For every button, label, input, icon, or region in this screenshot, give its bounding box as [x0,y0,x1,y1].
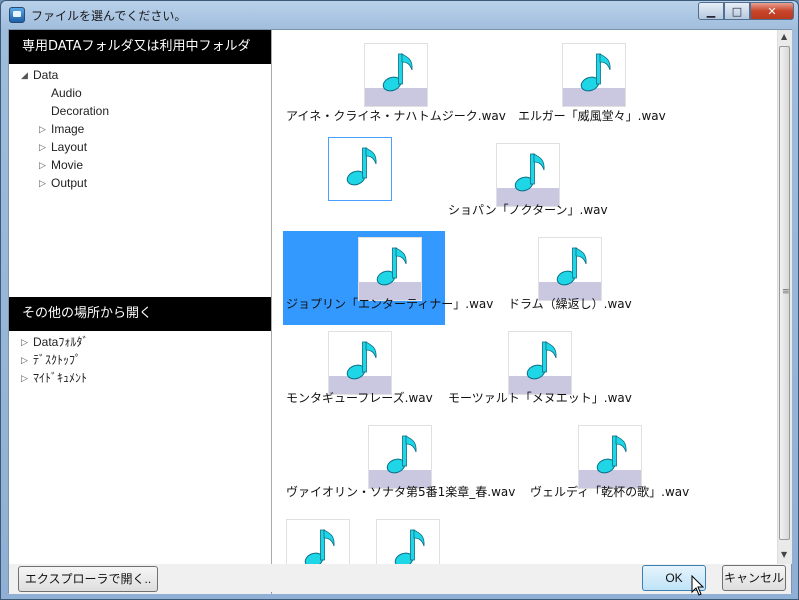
audio-file-thumbnail[interactable] [328,137,392,201]
tree-item-label: Data [33,68,59,82]
tree-item-label: Layout [51,140,88,154]
vertical-scrollbar[interactable]: ▲ ≡ ▼ [777,30,792,564]
tree-item[interactable]: Audio [51,84,82,102]
collapsed-arrow-icon[interactable]: ▷ [21,351,28,369]
music-note-icon [376,247,407,286]
tree-item[interactable]: ▷ Layout [39,138,88,156]
close-button[interactable]: ✕ [750,2,794,20]
file-name-label: モンタギューフレーズ.wav [286,391,433,405]
tree-item-label: ﾃﾞｽｸﾄｯﾌﾟ [33,353,82,367]
scroll-down-icon[interactable]: ▼ [781,550,787,559]
scroll-up-icon[interactable]: ▲ [781,32,787,41]
minimize-button[interactable]: ▁ [698,2,724,20]
tree-item-label: ﾏｲﾄﾞｷｭﾒﾝﾄ [33,371,88,385]
collapsed-arrow-icon[interactable]: ▷ [39,138,46,156]
tree-item[interactable]: ▷ Movie [39,156,84,174]
music-note-icon [514,153,545,192]
audio-file-thumbnail[interactable] [368,425,432,489]
tree-item-label: Audio [51,86,82,100]
tree-item[interactable]: ▷ Dataﾌｫﾙﾀﾞ [21,333,89,351]
app-icon [9,7,25,23]
expanded-arrow-icon[interactable]: ◢ [21,66,28,84]
folder-panel: 専用DATAフォルダ又は利用中フォルダ ◢ Data Audio Decoration… [9,30,272,564]
music-note-icon [556,247,587,286]
audio-file-thumbnail[interactable] [562,43,626,107]
audio-file-thumbnail[interactable] [496,143,560,207]
collapsed-arrow-icon[interactable]: ▷ [39,174,46,192]
audio-file-thumbnail[interactable] [376,519,440,564]
tree-item[interactable]: ▷ Image [39,120,85,138]
music-note-icon [394,529,425,564]
file-name-label: モーツァルト「メヌエット」.wav [448,391,632,405]
file-name-label: ジョプリン「エンターティナー」.wav [286,297,494,311]
file-name-label: クラリネット・ポルカ.wav [286,203,434,217]
music-note-icon [580,53,611,92]
collapsed-arrow-icon[interactable]: ▷ [39,120,46,138]
scroll-thumb[interactable]: ≡ [779,46,790,540]
scroll-grip-icon: ≡ [782,287,790,297]
tree-item[interactable]: Decoration [51,102,109,120]
file-name-label: ショパン「ノクターン」.wav [448,203,608,217]
right-footer: OK キャンセル [272,564,791,594]
tree-item-label: Dataﾌｫﾙﾀﾞ [33,335,89,349]
music-note-icon [596,435,627,474]
cancel-button[interactable]: キャンセル [722,565,786,591]
file-name-label: ドラム（繰返し）.wav [508,297,632,311]
audio-file-thumbnail[interactable] [508,331,572,395]
tree-item[interactable]: ▷ ﾃﾞｽｸﾄｯﾌﾟ [21,351,82,369]
title-bar[interactable]: ファイルを選んでください。 ▁ □ ✕ [1,1,798,29]
tree-item-label: Movie [51,158,84,172]
open-in-explorer-button[interactable]: エクスプローラで開く.. [18,566,158,592]
music-note-icon [386,435,417,474]
tree-item-label: Output [51,176,88,190]
tree-item-label: Image [51,122,85,136]
audio-file-thumbnail[interactable] [578,425,642,489]
music-note-icon [526,341,557,380]
tree-item[interactable]: ▷ Output [39,174,88,192]
audio-file-thumbnail[interactable] [538,237,602,301]
collapsed-arrow-icon[interactable]: ▷ [39,156,46,174]
tree-item-label: Decoration [51,104,110,118]
file-name-label: ヴェルディ「乾杯の歌」.wav [530,485,690,499]
tree-item[interactable]: ◢ Data [21,66,59,84]
collapsed-arrow-icon[interactable]: ▷ [21,333,28,351]
music-note-icon [304,529,335,564]
tree-item[interactable]: ▷ ﾏｲﾄﾞｷｭﾒﾝﾄ [21,369,88,387]
window-title: ファイルを選んでください。 [31,9,187,23]
music-note-icon [346,341,377,380]
file-name-label: エルガー「威風堂々」.wav [518,109,666,123]
section-header-data-folder: 専用DATAフォルダ又は利用中フォルダ [9,30,271,64]
music-note-icon [382,53,413,92]
audio-file-thumbnail[interactable] [286,519,350,564]
audio-file-thumbnail[interactable] [328,331,392,395]
file-dialog-window: ファイルを選んでください。 ▁ □ ✕ 専用DATAフォルダ又は利用中フォルダ … [0,0,799,600]
file-grid[interactable]: アイネ・クライネ・ナハトムジーク.wav エルガー「威風堂々」.wav クラリネット… [272,30,777,564]
left-footer: エクスプローラで開く.. [9,564,271,594]
collapsed-arrow-icon[interactable]: ▷ [21,369,28,387]
file-name-label: アイネ・クライネ・ナハトムジーク.wav [286,109,506,123]
file-name-label: ヴァイオリン・ソナタ第5番1楽章_春.wav [286,485,516,499]
dialog-client-area: 専用DATAフォルダ又は利用中フォルダ ◢ Data Audio Decoration… [8,29,792,594]
music-note-icon [346,147,377,186]
caption-buttons: ▁ □ ✕ [698,2,794,20]
mouse-cursor-icon [691,575,705,596]
audio-file-thumbnail[interactable] [358,237,422,301]
audio-file-thumbnail[interactable] [364,43,428,107]
maximize-button[interactable]: □ [724,2,750,20]
section-header-other-locations: その他の場所から開く [9,297,271,331]
